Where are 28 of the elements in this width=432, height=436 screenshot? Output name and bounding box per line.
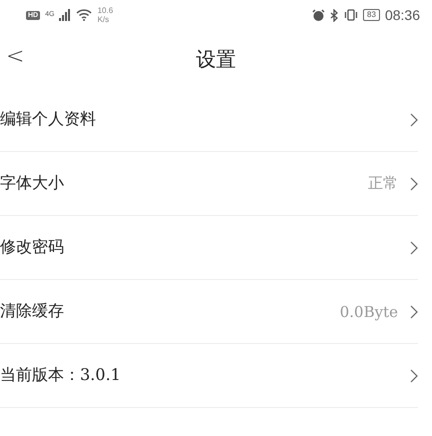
setting-row[interactable]: 修改密码 — [0, 216, 418, 280]
setting-label: 编辑个人资料 — [0, 109, 97, 130]
setting-label: 字体大小 — [0, 173, 65, 194]
battery-level: 83 — [363, 9, 380, 21]
alarm-icon — [312, 8, 326, 22]
speed-value: 10.6 — [97, 6, 114, 15]
chevron-icon — [410, 368, 418, 382]
chevron-icon — [410, 176, 418, 190]
setting-label: 清除缓存 — [0, 301, 65, 322]
signal-icon — [59, 9, 72, 21]
back-button[interactable]: < — [0, 44, 30, 69]
setting-row[interactable]: 清除缓存 0.0Byte — [0, 280, 418, 344]
chevron-icon — [410, 112, 418, 126]
clock-time: 08:36 — [384, 7, 420, 23]
wifi-icon — [76, 9, 92, 21]
setting-label: 修改密码 — [0, 237, 65, 258]
speed-unit: K/s — [97, 15, 110, 24]
setting-value: 正常 — [368, 174, 398, 193]
setting-value: 0.0Byte — [340, 302, 398, 320]
vibrate-icon — [344, 9, 358, 21]
page-title: 设置 — [196, 46, 236, 72]
setting-row[interactable]: 字体大小 正常 — [0, 152, 418, 216]
chevron-icon — [410, 304, 418, 318]
bluetooth-icon — [330, 8, 340, 22]
setting-row[interactable]: 当前版本：3.0.1 — [0, 344, 418, 408]
setting-row[interactable]: 编辑个人资料 — [0, 88, 418, 152]
chevron-icon — [410, 240, 418, 254]
setting-label: 当前版本：3.0.1 — [0, 365, 122, 386]
